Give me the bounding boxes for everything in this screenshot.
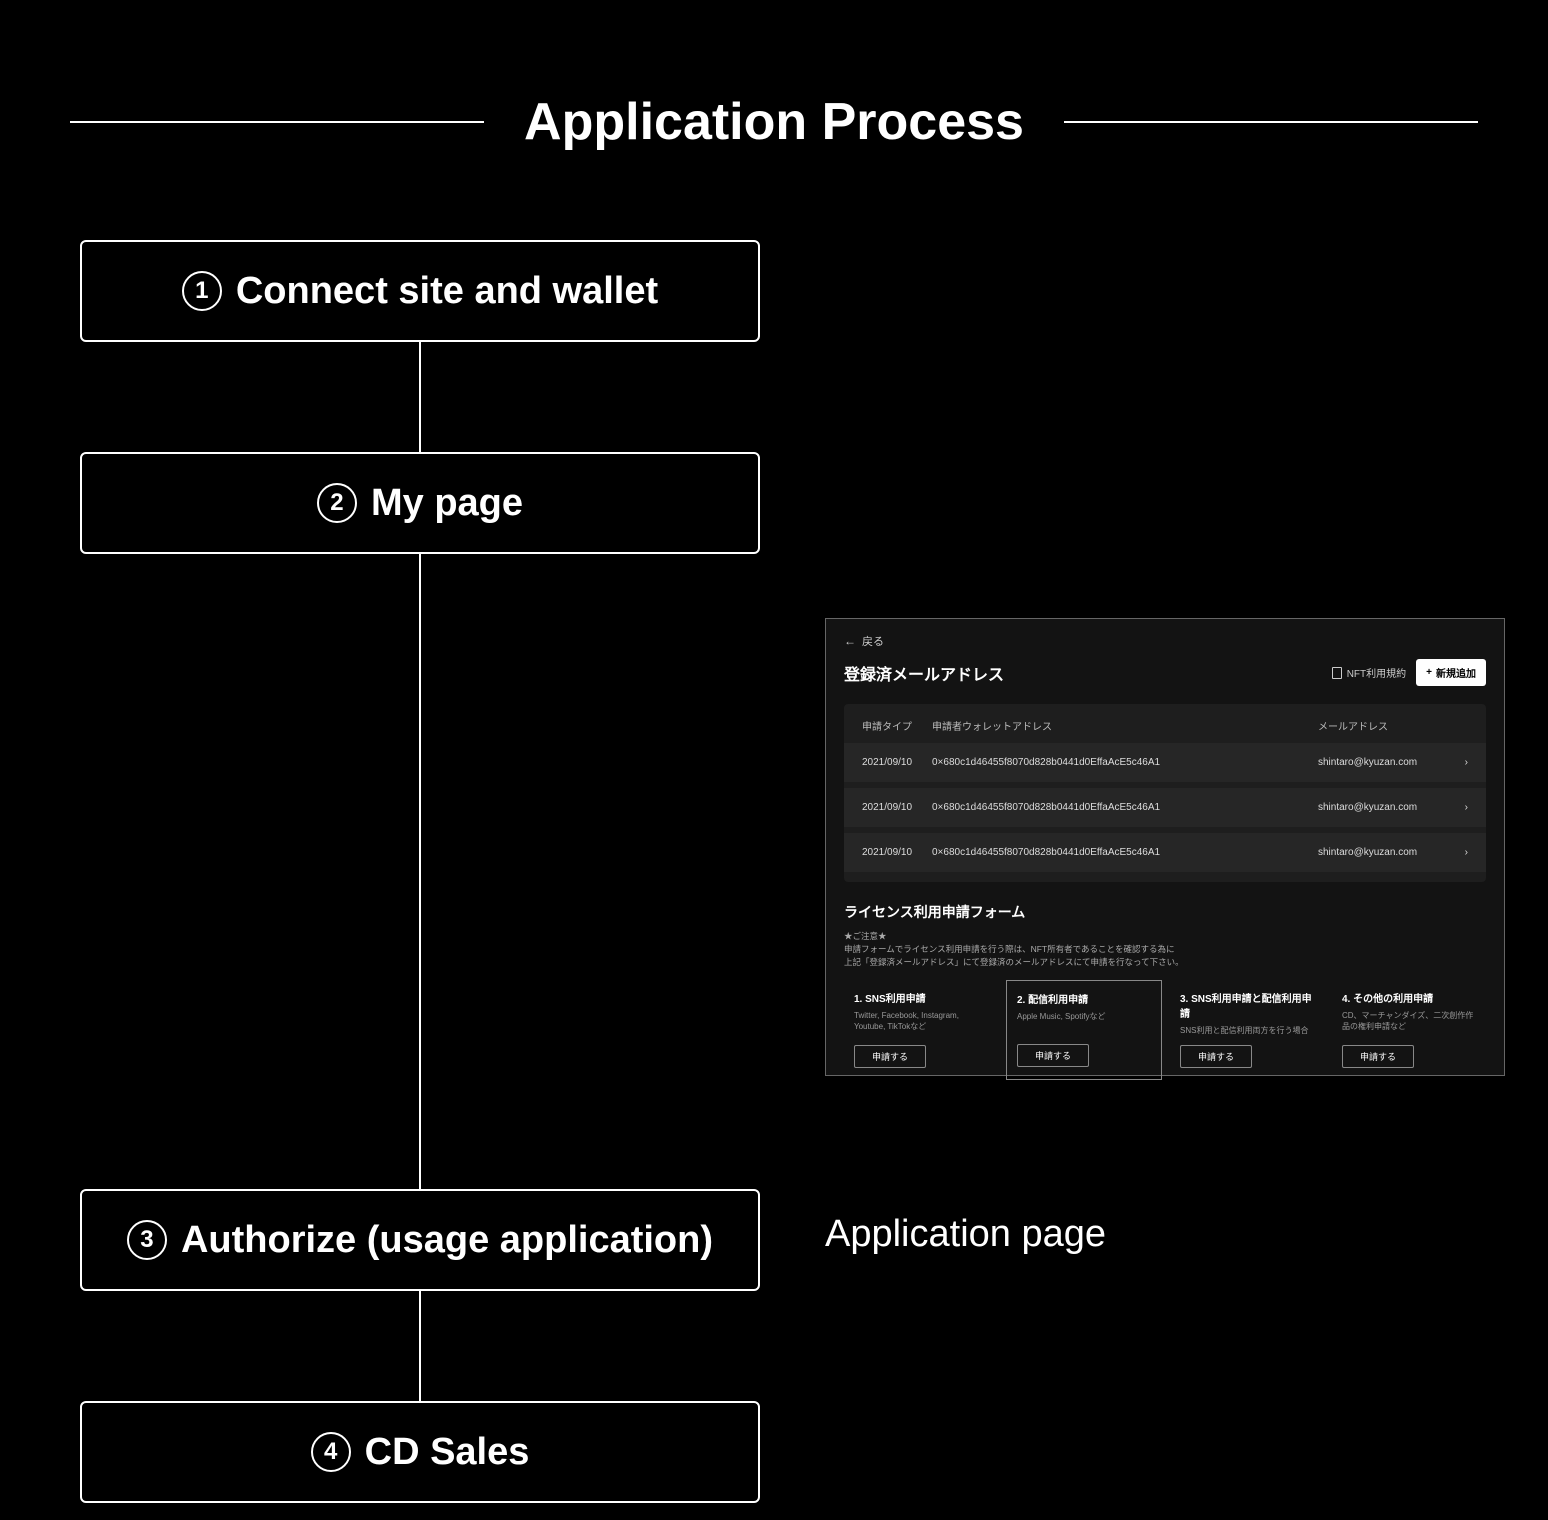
step-3-box: 3 Authorize (usage application)	[80, 1189, 760, 1291]
document-icon	[1332, 667, 1342, 679]
page-title: Application Process	[524, 92, 1024, 152]
title-row: Application Process	[70, 92, 1478, 152]
step-4-number: 4	[311, 1432, 351, 1472]
plus-icon: +	[1426, 667, 1432, 678]
header-actions: NFT利用規約 + 新規追加	[1332, 659, 1486, 686]
cell-mail: shintaro@kyuzan.com	[1318, 757, 1448, 768]
step-2-label: My page	[371, 482, 523, 525]
cell-mail: shintaro@kyuzan.com	[1318, 802, 1448, 813]
registered-email-heading: 登録済メールアドレス	[844, 661, 1004, 685]
card-subtitle: CD、マーチャンダイズ、二次創作作品の権利申請など	[1342, 1011, 1476, 1036]
card-sns-and-streaming: 3. SNS利用申請と配信利用申請 SNS利用と配信利用両方を行う場合 申請する	[1170, 980, 1324, 1079]
cell-date: 2021/09/10	[862, 802, 932, 813]
card-streaming: 2. 配信利用申請 Apple Music, Spotifyなど 申請する	[1006, 980, 1162, 1079]
card-title: 2. 配信利用申請	[1017, 991, 1151, 1006]
card-sns: 1. SNS利用申請 Twitter, Facebook, Instagram,…	[844, 980, 998, 1079]
title-divider-left	[70, 121, 484, 123]
nft-terms-label: NFT利用規約	[1347, 665, 1406, 680]
step-3-number: 3	[127, 1220, 167, 1260]
cell-address: 0×680c1d46455f8070d828b0441d0EffaAcE5c46…	[932, 847, 1318, 858]
apply-button[interactable]: 申請する	[1017, 1044, 1089, 1067]
back-arrow-icon: ←	[844, 634, 856, 648]
nft-terms-link[interactable]: NFT利用規約	[1332, 665, 1406, 680]
col-header-type: 申請タイプ	[862, 718, 932, 733]
preview-header: 登録済メールアドレス NFT利用規約 + 新規追加	[844, 659, 1486, 686]
cell-date: 2021/09/10	[862, 847, 932, 858]
card-title: 4. その他の利用申請	[1342, 990, 1476, 1005]
cell-mail: shintaro@kyuzan.com	[1318, 847, 1448, 858]
step-2-box: 2 My page	[80, 452, 760, 554]
step-4-label: CD Sales	[365, 1431, 530, 1474]
notice-line-3: 上記「登録済メールアドレス」にて登録済のメールアドレスにて申請を行なって下さい。	[844, 956, 1486, 969]
step-1-number: 1	[182, 271, 222, 311]
title-divider-right	[1064, 121, 1478, 123]
back-label: 戻る	[862, 633, 884, 649]
cell-address: 0×680c1d46455f8070d828b0441d0EffaAcE5c46…	[932, 757, 1318, 768]
card-subtitle: Apple Music, Spotifyなど	[1017, 1012, 1151, 1035]
table-header: 申請タイプ 申請者ウォレットアドレス メールアドレス	[844, 704, 1486, 743]
card-subtitle: SNS利用と配信利用両方を行う場合	[1180, 1026, 1314, 1036]
step-2-number: 2	[317, 483, 357, 523]
apply-button[interactable]: 申請する	[1180, 1045, 1252, 1068]
process-flow: 1 Connect site and wallet 2 My page 3 Au…	[80, 240, 760, 1503]
table-row[interactable]: 2021/09/10 0×680c1d46455f8070d828b0441d0…	[844, 788, 1486, 827]
step-3-label: Authorize (usage application)	[181, 1219, 713, 1262]
card-other: 4. その他の利用申請 CD、マーチャンダイズ、二次創作作品の権利申請など 申請…	[1332, 980, 1486, 1079]
card-subtitle: Twitter, Facebook, Instagram, Youtube, T…	[854, 1011, 988, 1036]
connector-3-4	[419, 1291, 421, 1401]
application-page-label: Application page	[825, 1213, 1106, 1256]
add-new-button[interactable]: + 新規追加	[1416, 659, 1486, 686]
license-form-notice: ★ご注意★ 申請フォームでライセンス利用申請を行う際は、NFT所有者であることを…	[844, 930, 1486, 968]
registered-email-table: 申請タイプ 申請者ウォレットアドレス メールアドレス 2021/09/10 0×…	[844, 704, 1486, 882]
card-title: 3. SNS利用申請と配信利用申請	[1180, 990, 1314, 1020]
chevron-right-icon: ›	[1448, 847, 1468, 858]
apply-button[interactable]: 申請する	[1342, 1045, 1414, 1068]
step-1-label: Connect site and wallet	[236, 270, 658, 313]
application-page-preview: ← 戻る 登録済メールアドレス NFT利用規約 + 新規追加 申請タイプ 申請者…	[825, 618, 1505, 1076]
connector-2-3	[419, 554, 421, 1189]
chevron-right-icon: ›	[1448, 802, 1468, 813]
connector-1-2	[419, 342, 421, 452]
chevron-right-icon: ›	[1448, 757, 1468, 768]
card-title: 1. SNS利用申請	[854, 990, 988, 1005]
back-link[interactable]: ← 戻る	[844, 633, 1486, 649]
license-form-heading: ライセンス利用申請フォーム	[844, 902, 1486, 922]
step-4-box: 4 CD Sales	[80, 1401, 760, 1503]
apply-button[interactable]: 申請する	[854, 1045, 926, 1068]
step-1-box: 1 Connect site and wallet	[80, 240, 760, 342]
table-row[interactable]: 2021/09/10 0×680c1d46455f8070d828b0441d0…	[844, 743, 1486, 782]
col-header-mail: メールアドレス	[1318, 718, 1448, 733]
notice-line-2: 申請フォームでライセンス利用申請を行う際は、NFT所有者であることを確認する為に	[844, 943, 1486, 956]
notice-line-1: ★ご注意★	[844, 930, 1486, 943]
col-header-address: 申請者ウォレットアドレス	[932, 718, 1318, 733]
cell-date: 2021/09/10	[862, 757, 932, 768]
table-row[interactable]: 2021/09/10 0×680c1d46455f8070d828b0441d0…	[844, 833, 1486, 872]
cell-address: 0×680c1d46455f8070d828b0441d0EffaAcE5c46…	[932, 802, 1318, 813]
application-type-cards: 1. SNS利用申請 Twitter, Facebook, Instagram,…	[844, 980, 1486, 1079]
add-new-label: 新規追加	[1436, 665, 1476, 680]
